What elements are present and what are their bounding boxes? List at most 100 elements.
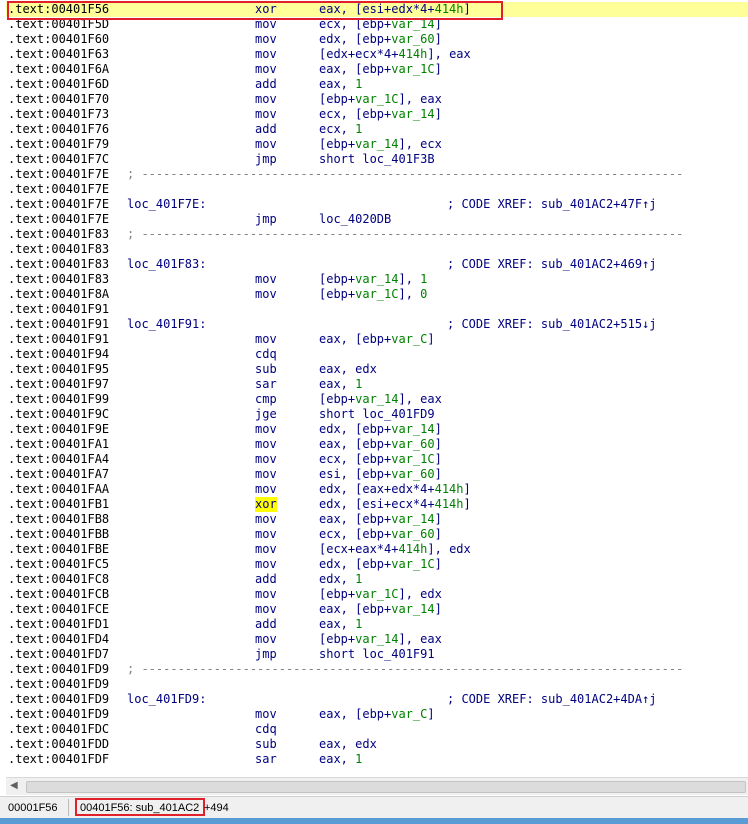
listing-row[interactable]: .text:00401FC5 mov edx, [ebp+var_1C] [6,557,748,572]
mnemonic-field[interactable]: add [255,572,277,587]
operand-field[interactable]: eax, 1 [319,752,362,767]
mnemonic-field[interactable]: mov [255,467,277,482]
operand-field[interactable]: ecx, [ebp+var_1C] [319,452,442,467]
listing-row[interactable]: .text:00401F83 [6,242,748,257]
address-field[interactable]: .text:00401F79 [8,137,109,152]
address-field[interactable]: .text:00401FC8 [8,572,109,587]
operand-field[interactable]: [ebp+var_14], eax [319,632,442,647]
listing-row[interactable]: .text:00401F94 cdq [6,347,748,362]
scrollbar-thumb[interactable] [26,781,746,793]
listing-row[interactable]: .text:00401FB1 xor edx, [esi+ecx*4+414h] [6,497,748,512]
operand-field[interactable]: eax, [esi+edx*4+414h] [319,2,471,17]
address-field[interactable]: .text:00401F5D [8,17,109,32]
mnemonic-field[interactable]: mov [255,452,277,467]
listing-row[interactable]: .text:00401FD1 add eax, 1 [6,617,748,632]
address-field[interactable]: .text:00401F76 [8,122,109,137]
mnemonic-field[interactable]: mov [255,422,277,437]
mnemonic-field[interactable]: mov [255,512,277,527]
listing-row[interactable]: .text:00401F6A mov eax, [ebp+var_1C] [6,62,748,77]
address-field[interactable]: .text:00401F70 [8,92,109,107]
address-field[interactable]: .text:00401FBB [8,527,109,542]
operand-field[interactable]: ecx, [ebp+var_14] [319,17,442,32]
mnemonic-field[interactable]: mov [255,62,277,77]
operand-field[interactable]: esi, [ebp+var_60] [319,467,442,482]
operand-field[interactable]: eax, [ebp+var_C] [319,332,435,347]
listing-row[interactable]: .text:00401F56 xor eax, [esi+edx*4+414h] [6,2,748,17]
label-field[interactable]: loc_401FD9: [127,692,206,707]
listing-row[interactable]: .text:00401FA4 mov ecx, [ebp+var_1C] [6,452,748,467]
operand-field[interactable]: eax, [ebp+var_60] [319,437,442,452]
address-field[interactable]: .text:00401FDD [8,737,109,752]
mnemonic-field[interactable]: mov [255,92,277,107]
operand-field[interactable]: [ebp+var_1C], edx [319,587,442,602]
operand-field[interactable]: [ebp+var_14], ecx [319,137,442,152]
operand-field[interactable]: ecx, [ebp+var_14] [319,107,442,122]
listing-row[interactable]: .text:00401F70 mov [ebp+var_1C], eax [6,92,748,107]
address-field[interactable]: .text:00401FA1 [8,437,109,452]
listing-row[interactable]: .text:00401F95 sub eax, edx [6,362,748,377]
mnemonic-field[interactable]: mov [255,137,277,152]
operand-field[interactable]: eax, [ebp+var_14] [319,602,442,617]
label-field[interactable]: loc_401F91: [127,317,206,332]
address-field[interactable]: .text:00401F60 [8,32,109,47]
operand-field[interactable]: short loc_401FD9 [319,407,435,422]
operand-field[interactable]: eax, 1 [319,617,362,632]
mnemonic-field[interactable]: cmp [255,392,277,407]
listing-row[interactable]: .text:00401F73 mov ecx, [ebp+var_14] [6,107,748,122]
mnemonic-field[interactable]: add [255,617,277,632]
listing-row[interactable]: .text:00401FC8 add edx, 1 [6,572,748,587]
listing-row[interactable]: .text:00401F83 mov [ebp+var_14], 1 [6,272,748,287]
listing-row[interactable]: .text:00401F9E mov edx, [ebp+var_14] [6,422,748,437]
mnemonic-field[interactable]: mov [255,632,277,647]
listing-row[interactable]: .text:00401F83 ; ------------------------… [6,227,748,242]
mnemonic-field[interactable]: cdq [255,347,277,362]
listing-row[interactable]: .text:00401FD9 [6,677,748,692]
address-field[interactable]: .text:00401F94 [8,347,109,362]
scroll-left-arrow-icon[interactable]: ◀ [10,780,22,792]
listing-row[interactable]: .text:00401F63 mov [edx+ecx*4+414h], eax [6,47,748,62]
mnemonic-field[interactable]: xor [255,497,277,512]
address-field[interactable]: .text:00401F7E [8,212,109,227]
address-field[interactable]: .text:00401FB8 [8,512,109,527]
mnemonic-field[interactable]: jmp [255,647,277,662]
mnemonic-field[interactable]: sar [255,377,277,392]
address-field[interactable]: .text:00401F56 [8,2,109,17]
mnemonic-field[interactable]: mov [255,17,277,32]
operand-field[interactable]: eax, edx [319,362,377,377]
listing-row[interactable]: .text:00401F8A mov [ebp+var_1C], 0 [6,287,748,302]
mnemonic-field[interactable]: mov [255,527,277,542]
mnemonic-field[interactable]: xor [255,2,277,17]
mnemonic-field[interactable]: sar [255,752,277,767]
operand-field[interactable]: eax, [ebp+var_14] [319,512,442,527]
address-field[interactable]: .text:00401F99 [8,392,109,407]
address-field[interactable]: .text:00401F8A [8,287,109,302]
mnemonic-field[interactable]: jmp [255,212,277,227]
listing-row[interactable]: .text:00401F76 add ecx, 1 [6,122,748,137]
address-field[interactable]: .text:00401FD1 [8,617,109,632]
operand-field[interactable]: ecx, [ebp+var_60] [319,527,442,542]
label-field[interactable]: loc_401F83: [127,257,206,272]
listing-row[interactable]: .text:00401F9C jge short loc_401FD9 [6,407,748,422]
operand-field[interactable]: [edx+ecx*4+414h], eax [319,47,471,62]
listing-row[interactable]: .text:00401F60 mov edx, [ebp+var_60] [6,32,748,47]
operand-field[interactable]: [ebp+var_14], 1 [319,272,427,287]
listing-row[interactable]: .text:00401F91 mov eax, [ebp+var_C] [6,332,748,347]
operand-field[interactable]: [ebp+var_1C], eax [319,92,442,107]
address-field[interactable]: .text:00401FA4 [8,452,109,467]
address-field[interactable]: .text:00401F83 [8,242,109,257]
address-field[interactable]: .text:00401FD4 [8,632,109,647]
operand-field[interactable]: short loc_401F3B [319,152,435,167]
listing-row[interactable]: .text:00401F91 loc_401F91: ; CODE XREF: su… [6,317,748,332]
listing-row[interactable]: .text:00401FD4 mov [ebp+var_14], eax [6,632,748,647]
address-field[interactable]: .text:00401FAA [8,482,109,497]
listing-row[interactable]: .text:00401F83 loc_401F83: ; CODE XREF: su… [6,257,748,272]
listing-row[interactable]: .text:00401FB8 mov eax, [ebp+var_14] [6,512,748,527]
address-field[interactable]: .text:00401F7E [8,182,109,197]
mnemonic-field[interactable]: cdq [255,722,277,737]
address-field[interactable]: .text:00401F73 [8,107,109,122]
address-field[interactable]: .text:00401FD7 [8,647,109,662]
listing-row[interactable]: .text:00401F7E [6,182,748,197]
address-field[interactable]: .text:00401F7E [8,197,109,212]
listing-row[interactable]: .text:00401F7E jmp loc_4020DB [6,212,748,227]
mnemonic-field[interactable]: add [255,77,277,92]
